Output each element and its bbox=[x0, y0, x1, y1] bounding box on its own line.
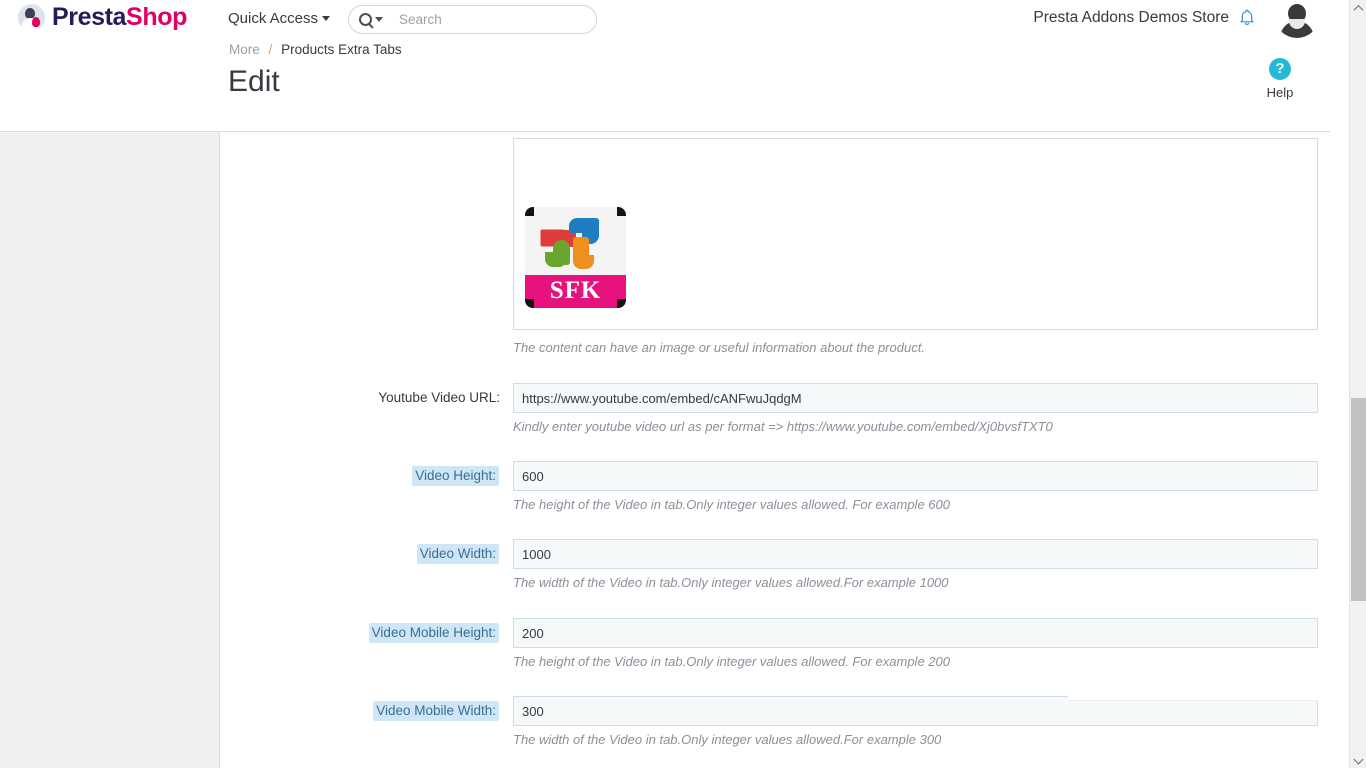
logo-text-shop: Shop bbox=[126, 3, 187, 31]
scroll-up-button[interactable] bbox=[1350, 0, 1366, 17]
breadcrumb-separator: / bbox=[268, 42, 273, 57]
help-label: Help bbox=[1266, 85, 1294, 100]
logo-text-presta: Presta bbox=[52, 3, 127, 31]
sfk-logo-band-text: SFK bbox=[525, 275, 626, 308]
label-video-width: Video Width: bbox=[416, 544, 499, 564]
quick-access-menu[interactable]: Quick Access bbox=[228, 10, 331, 27]
prestashop-admin-window: PrestaShop Quick Access Presta Addons De… bbox=[0, 0, 1366, 768]
search-bar[interactable] bbox=[348, 5, 597, 34]
sidebar-nav bbox=[0, 132, 220, 768]
page-scrollbar[interactable] bbox=[1349, 0, 1366, 768]
hint-youtube-video-url: Kindly enter youtube video url as per fo… bbox=[513, 419, 1053, 434]
search-icon bbox=[359, 13, 372, 26]
user-avatar-icon[interactable] bbox=[1276, 0, 1318, 38]
bell-icon[interactable] bbox=[1236, 7, 1258, 29]
main-content: SFK The content can have an image or use… bbox=[221, 132, 1330, 768]
label-youtube-video-url: Youtube Video URL: bbox=[378, 390, 500, 405]
input-video-mobile-width[interactable] bbox=[513, 696, 1318, 726]
content-editor-hint: The content can have an image or useful … bbox=[513, 340, 925, 355]
prestashop-logo[interactable]: PrestaShop bbox=[18, 4, 187, 31]
shop-name-label[interactable]: Presta Addons Demos Store bbox=[1033, 9, 1229, 27]
input-video-height[interactable] bbox=[513, 461, 1318, 491]
chevron-down-icon bbox=[322, 16, 331, 21]
scroll-down-button[interactable] bbox=[1350, 751, 1366, 768]
help-button[interactable]: ? Help bbox=[1255, 58, 1305, 100]
label-video-mobile-width: Video Mobile Width: bbox=[373, 701, 499, 721]
input-video-mobile-height[interactable] bbox=[513, 618, 1318, 648]
content-editor-area[interactable]: SFK bbox=[513, 138, 1318, 330]
prestashop-logo-text: PrestaShop bbox=[52, 5, 187, 30]
hint-video-width: The width of the Video in tab.Only integ… bbox=[513, 575, 949, 590]
search-scope-dropdown[interactable] bbox=[359, 13, 383, 26]
page-body: SFK The content can have an image or use… bbox=[0, 132, 1330, 768]
label-video-height: Video Height: bbox=[412, 466, 499, 486]
chevron-down-icon bbox=[1353, 754, 1364, 765]
chevron-down-icon bbox=[375, 17, 383, 22]
page-header: PrestaShop Quick Access Presta Addons De… bbox=[0, 0, 1330, 132]
search-input[interactable] bbox=[397, 11, 577, 28]
page-title: Edit bbox=[228, 65, 280, 98]
scrollbar-thumb[interactable] bbox=[1351, 398, 1366, 601]
label-video-mobile-height: Video Mobile Height: bbox=[368, 623, 499, 643]
input-video-width[interactable] bbox=[513, 539, 1318, 569]
help-icon: ? bbox=[1269, 58, 1291, 80]
hint-video-mobile-width: The width of the Video in tab.Only integ… bbox=[513, 732, 942, 747]
hint-video-height: The height of the Video in tab.Only inte… bbox=[513, 497, 950, 512]
sfk-logo-image[interactable]: SFK bbox=[525, 207, 626, 308]
hint-video-mobile-height: The height of the Video in tab.Only inte… bbox=[513, 654, 950, 669]
chevron-up-icon bbox=[1353, 4, 1364, 15]
breadcrumb-current[interactable]: Products Extra Tabs bbox=[281, 42, 402, 57]
breadcrumb-parent[interactable]: More bbox=[229, 42, 260, 57]
input-youtube-video-url[interactable] bbox=[513, 383, 1318, 413]
quick-access-label: Quick Access bbox=[228, 10, 319, 27]
breadcrumb: More / Products Extra Tabs bbox=[229, 42, 402, 57]
prestashop-mascot-icon bbox=[18, 4, 45, 31]
